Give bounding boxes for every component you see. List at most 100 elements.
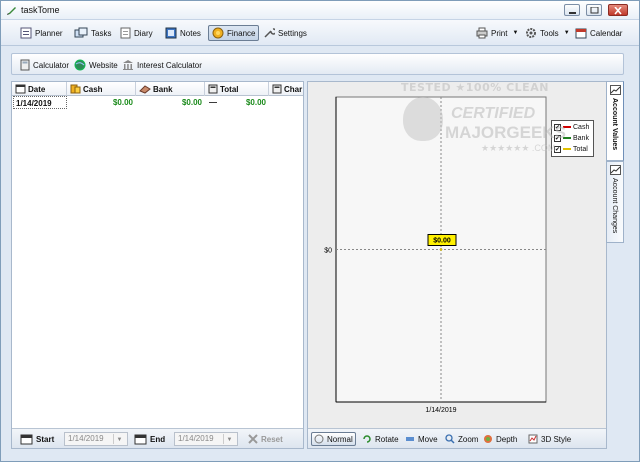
tools-dropdown-icon[interactable]: ▼	[564, 30, 570, 36]
app-window: taskTome Planner Tasks Diary Notes Finan…	[0, 0, 640, 462]
finance-subtoolbar: Calculator Website Interest Calculator	[11, 53, 624, 75]
finance-button[interactable]: Finance	[208, 25, 260, 41]
rotate-button[interactable]: Rotate	[360, 432, 401, 446]
reset-label: Reset	[261, 434, 283, 444]
column-header-date[interactable]: Date	[12, 82, 67, 96]
legend-item-total[interactable]: ✔ Total	[554, 144, 591, 155]
reset-button[interactable]: Reset	[248, 432, 283, 446]
column-header-bank[interactable]: Bank	[136, 82, 205, 96]
maximize-icon	[590, 7, 599, 14]
end-date-value: 1/14/2019	[178, 434, 214, 443]
move-button[interactable]: Move	[403, 432, 440, 446]
column-header-cash[interactable]: Cash	[67, 82, 136, 96]
close-icon	[614, 7, 622, 15]
interest-calculator-button[interactable]: Interest Calculator	[122, 58, 202, 72]
notes-button[interactable]: Notes	[162, 25, 204, 41]
settings-button[interactable]: Settings	[260, 25, 310, 41]
3d-style-label: 3D Style	[541, 434, 572, 444]
row-bank-cell[interactable]: $0.00	[136, 96, 205, 109]
print-button[interactable]: Print ▼	[473, 25, 521, 41]
notes-icon	[165, 27, 177, 39]
normal-mode-icon	[314, 434, 324, 444]
finance-label: Finance	[227, 28, 256, 38]
depth-button[interactable]: Depth	[481, 432, 519, 446]
y-tick-label: $0	[324, 248, 332, 255]
rotate-icon	[363, 435, 371, 443]
column-label-total: Total	[220, 84, 239, 94]
maximize-button[interactable]	[586, 4, 602, 16]
data-point-total[interactable]	[439, 248, 443, 251]
zoom-button[interactable]: Zoom	[443, 432, 480, 446]
coins-icon	[70, 84, 81, 94]
tools-button[interactable]: Tools ▼	[522, 25, 573, 41]
series-marks	[439, 248, 443, 251]
app-pen-icon	[7, 7, 16, 15]
chart-tab-icon	[610, 85, 621, 95]
3d-style-button[interactable]: 3D Style	[526, 432, 573, 446]
chart-side-tabs: Account Values Account Changes	[606, 81, 624, 281]
printer-icon	[476, 27, 488, 39]
calculator-column-icon	[208, 84, 218, 94]
x-tick-label: 1/14/2019	[425, 407, 456, 414]
website-button[interactable]: Website	[74, 58, 118, 72]
start-date-picker[interactable]: 1/14/2019 ▼	[64, 432, 128, 446]
calendar-column-icon	[15, 84, 26, 94]
zoom-label: Zoom	[458, 434, 479, 444]
calculator-button[interactable]: Calculator	[20, 58, 69, 72]
depth-label: Depth	[496, 434, 518, 444]
column-header-total[interactable]: Total	[205, 82, 269, 96]
wrench-icon	[264, 28, 275, 38]
print-dropdown-icon[interactable]: ▼	[512, 30, 518, 36]
end-label-group: End	[134, 432, 165, 446]
row-trend-indicator: —	[209, 98, 217, 107]
globe-icon	[74, 59, 86, 71]
row-cash-cell[interactable]: $0.00	[67, 96, 136, 109]
minimize-button[interactable]	[564, 4, 580, 16]
start-date-dropdown-icon[interactable]: ▼	[113, 434, 125, 444]
print-label: Print	[491, 28, 508, 38]
chart-controls-bar: Normal Rotate Move Zoom Depth 3D Style	[308, 428, 606, 448]
end-date-dropdown-icon[interactable]: ▼	[223, 434, 235, 444]
depth-icon	[484, 435, 492, 443]
calculator-column-icon	[272, 84, 282, 94]
gear-icon	[526, 28, 536, 38]
start-date-value: 1/14/2019	[68, 434, 104, 443]
tasks-button[interactable]: Tasks	[71, 25, 114, 41]
data-label: $0.00	[433, 238, 451, 245]
planner-button[interactable]: Planner	[17, 25, 66, 41]
tasks-icon	[74, 27, 88, 38]
start-label-group: Start	[20, 432, 54, 446]
diary-icon	[120, 27, 131, 39]
calendar-end-icon	[134, 434, 147, 444]
diary-button[interactable]: Diary	[117, 25, 156, 41]
column-label-date: Date	[28, 84, 46, 94]
calendar-start-icon	[20, 434, 33, 444]
grid-header: Date Cash Bank Total Char	[12, 82, 303, 96]
row-total-cell[interactable]: $0.00	[221, 96, 269, 109]
column-label-cash: Cash	[83, 84, 103, 94]
calendar-icon	[575, 28, 587, 39]
table-row[interactable]: 1/14/2019 $0.00 $0.00 — $0.00	[12, 96, 303, 109]
minimize-icon	[569, 12, 576, 14]
chart-tab-icon	[610, 165, 621, 175]
tab-account-changes[interactable]: Account Changes	[606, 161, 624, 243]
column-header-change[interactable]: Char	[269, 82, 303, 96]
calculator-icon	[20, 59, 30, 71]
start-label: Start	[36, 434, 55, 444]
calendar-button[interactable]: Calendar	[572, 25, 625, 41]
end-date-picker[interactable]: 1/14/2019 ▼	[174, 432, 238, 446]
data-label-group: $0.00	[427, 234, 457, 246]
main-toolbar: Planner Tasks Diary Notes Finance Settin…	[1, 20, 639, 46]
column-label-change: Char	[284, 84, 303, 94]
accounts-grid-panel: Date Cash Bank Total Char 1/14/2019 $0.0…	[11, 81, 304, 449]
close-button[interactable]	[608, 4, 628, 16]
move-icon	[406, 437, 414, 441]
tab-account-values-label: Account Values	[611, 98, 618, 151]
tab-account-values[interactable]: Account Values	[606, 81, 624, 161]
watermark-line-4: ★★★★★★ .COM	[481, 143, 556, 153]
settings-label: Settings	[278, 28, 307, 38]
watermark-mascot-icon	[403, 97, 443, 141]
watermark-line-1: TESTED ★100% CLEAN	[401, 81, 549, 94]
row-date-cell[interactable]: 1/14/2019	[13, 96, 67, 109]
normal-mode-button[interactable]: Normal	[311, 432, 356, 446]
